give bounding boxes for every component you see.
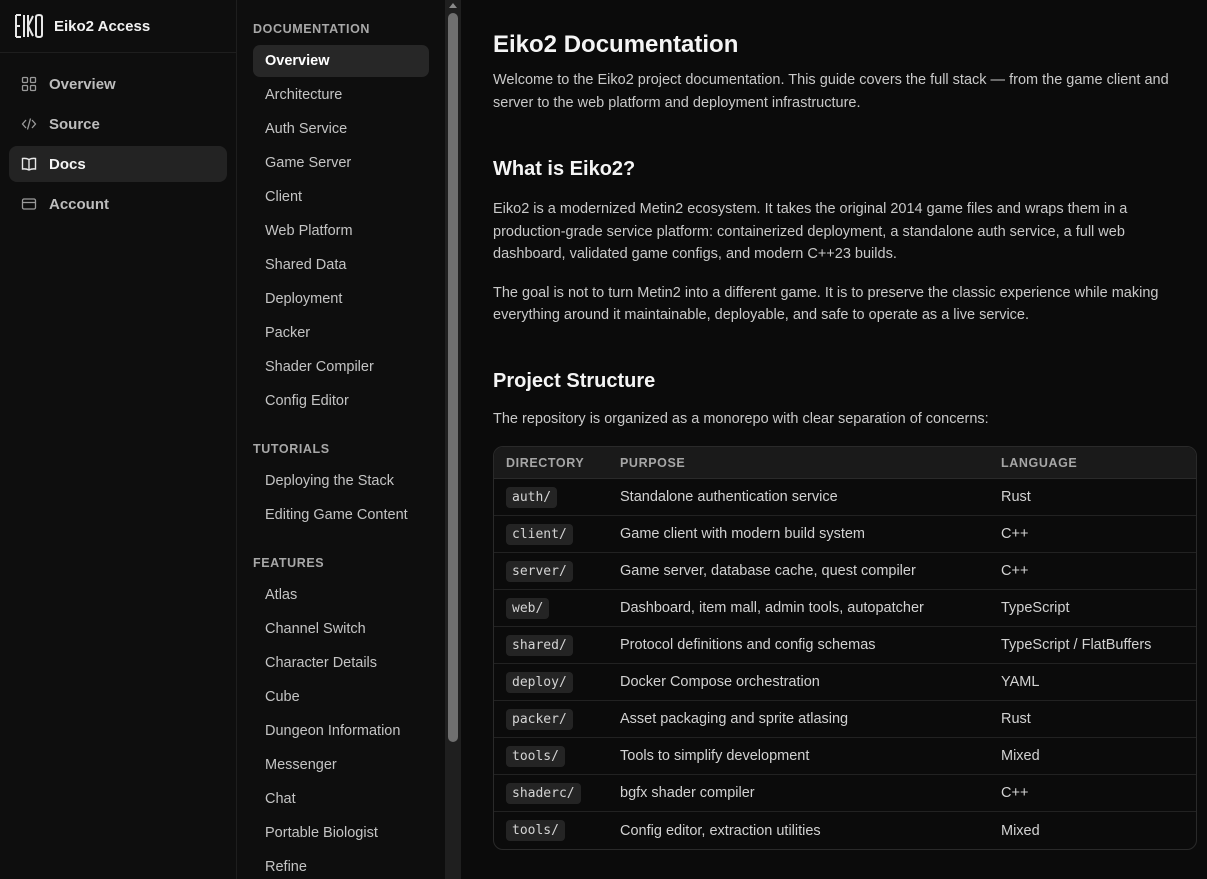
language-cell: Mixed [1001,748,1040,764]
brand-name: Eiko2 Access [54,17,151,35]
section-title-documentation: DOCUMENTATION [253,22,371,36]
docs-sidebar-scrollbar[interactable] [445,0,461,879]
directory-code: web/ [506,597,550,619]
directory-code: auth/ [506,486,558,508]
table-row: server/ Game server, database cache, que… [494,553,1196,590]
doc-link-deployment[interactable]: Deployment [253,283,429,315]
table-header: DIRECTORY PURPOSE LANGUAGE [494,447,1196,479]
what-is-paragraph-1: Eiko2 is a modernized Metin2 ecosystem. … [493,201,1128,262]
directory-code: deploy/ [506,671,573,693]
column-header-language: LANGUAGE [1001,455,1078,470]
docs-sidebar: DOCUMENTATION Overview Architecture Auth… [237,0,445,879]
language-cell: Rust [1001,711,1031,727]
language-cell: TypeScript / FlatBuffers [1001,637,1152,653]
purpose-cell: Config editor, extraction utilities [620,822,821,839]
table-row: client/ Game client with modern build sy… [494,516,1196,553]
brand-header[interactable]: Eiko2 Access [0,0,236,53]
purpose-cell: Game server, database cache, quest compi… [620,563,916,579]
doc-link-refine[interactable]: Refine [253,851,429,879]
eiko-logo-icon [13,11,45,41]
project-structure-intro: The repository is organized as a monorep… [493,410,989,427]
doc-link-portable-biologist[interactable]: Portable Biologist [253,817,429,849]
scrollbar-thumb[interactable] [448,13,458,742]
purpose-cell: Standalone authentication service [620,489,838,505]
table-row: web/ Dashboard, item mall, admin tools, … [494,590,1196,627]
doc-link-overview[interactable]: Overview [253,45,429,77]
table-row: shared/ Protocol definitions and config … [494,627,1196,664]
table-row: tools/ Tools to simplify development Mix… [494,738,1196,775]
doc-link-channel-switch[interactable]: Channel Switch [253,613,429,645]
nav-item-overview[interactable]: Overview [9,66,227,102]
column-header-purpose: PURPOSE [620,455,686,470]
doc-link-messenger[interactable]: Messenger [253,749,429,781]
section-title-tutorials: TUTORIALS [253,442,330,456]
intro-paragraph: Welcome to the Eiko2 project documentati… [493,72,1169,111]
nav-item-label: Overview [49,75,116,93]
language-cell: C++ [1001,526,1029,542]
doc-link-game-server[interactable]: Game Server [253,147,429,179]
table-row: tools/ Config editor, extraction utiliti… [494,812,1196,849]
doc-link-cube[interactable]: Cube [253,681,429,713]
scroll-up-arrow-icon[interactable] [449,3,457,8]
doc-link-packer[interactable]: Packer [253,317,429,349]
app-sidebar: Eiko2 Access Overview Source Docs Accoun… [0,0,237,879]
credit-card-icon [21,196,37,212]
main-content: Eiko2 Documentation Welcome to the Eiko2… [461,0,1207,879]
doc-link-shader-compiler[interactable]: Shader Compiler [253,351,429,383]
nav-item-label: Source [49,115,100,133]
purpose-cell: Game client with modern build system [620,526,865,542]
directory-code: shared/ [506,634,573,656]
nav-item-account[interactable]: Account [9,186,227,222]
table-row: deploy/ Docker Compose orchestration YAM… [494,664,1196,701]
nav-item-docs[interactable]: Docs [9,146,227,182]
language-cell: TypeScript [1001,600,1070,616]
table-row: packer/ Asset packaging and sprite atlas… [494,701,1196,738]
language-cell: Mixed [1001,822,1040,839]
purpose-cell: Docker Compose orchestration [620,674,820,690]
what-is-paragraph-2: The goal is not to turn Metin2 into a di… [493,284,1159,324]
directory-code: packer/ [506,708,573,730]
column-header-directory: DIRECTORY [506,455,585,470]
directory-code: tools/ [506,745,565,767]
doc-link-deploying-the-stack[interactable]: Deploying the Stack [253,465,429,497]
main-nav: Overview Source Docs Account [0,53,236,222]
language-cell: YAML [1001,674,1040,690]
doc-link-architecture[interactable]: Architecture [253,79,429,111]
purpose-cell: Asset packaging and sprite atlasing [620,711,849,727]
directory-code: shaderc/ [506,782,581,804]
doc-link-web-platform[interactable]: Web Platform [253,215,429,247]
doc-link-config-editor[interactable]: Config Editor [253,385,429,417]
purpose-cell: Dashboard, item mall, admin tools, autop… [620,600,924,616]
doc-link-dungeon-information[interactable]: Dungeon Information [253,715,429,747]
grid-icon [21,76,37,92]
section-title-features: FEATURES [253,556,325,570]
language-cell: C++ [1001,563,1029,579]
doc-link-character-details[interactable]: Character Details [253,647,429,679]
doc-link-auth-service[interactable]: Auth Service [253,113,429,145]
purpose-cell: Protocol definitions and config schemas [620,637,876,653]
nav-item-source[interactable]: Source [9,106,227,142]
book-icon [21,156,37,172]
nav-item-label: Account [49,195,109,213]
project-structure-table: DIRECTORY PURPOSE LANGUAGE auth/ Standal… [493,446,1197,850]
page-title: Eiko2 Documentation [493,31,739,58]
language-cell: Rust [1001,489,1031,505]
doc-link-atlas[interactable]: Atlas [253,579,429,611]
code-icon [21,116,37,132]
directory-code: client/ [506,523,573,545]
language-cell: C++ [1001,785,1029,801]
table-row: auth/ Standalone authentication service … [494,479,1196,516]
what-is-heading: What is Eiko2? [493,158,636,180]
directory-code: server/ [506,560,573,582]
table-row: shaderc/ bgfx shader compiler C++ [494,775,1196,812]
nav-item-label: Docs [49,155,86,173]
doc-link-chat[interactable]: Chat [253,783,429,815]
doc-link-shared-data[interactable]: Shared Data [253,249,429,281]
purpose-cell: Tools to simplify development [620,748,810,764]
directory-code: tools/ [506,820,565,841]
project-structure-heading: Project Structure [493,369,656,392]
purpose-cell: bgfx shader compiler [620,785,755,801]
doc-link-client[interactable]: Client [253,181,429,213]
doc-link-editing-game-content[interactable]: Editing Game Content [253,499,429,531]
